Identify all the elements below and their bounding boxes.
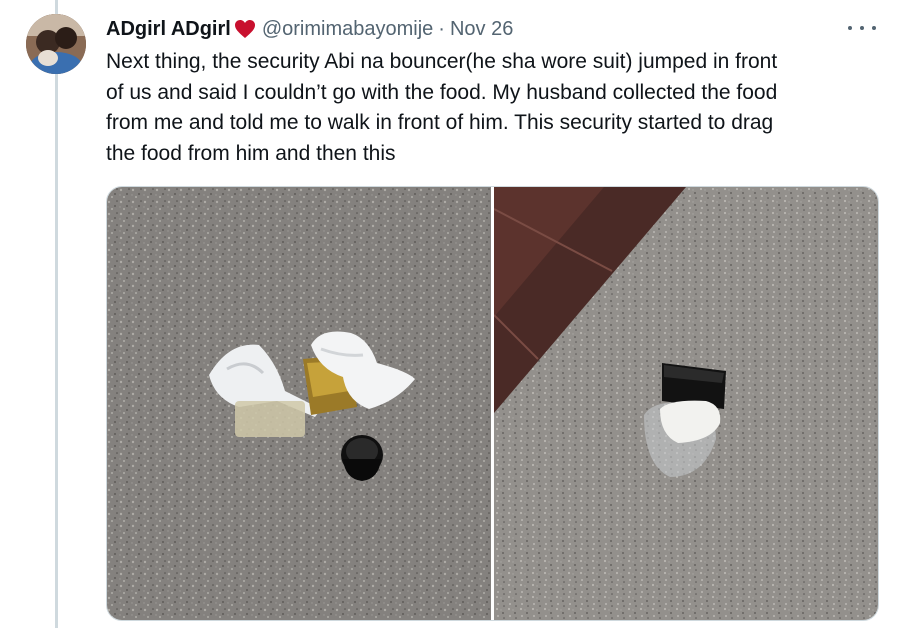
photo-containers-on-floor[interactable]	[494, 187, 878, 620]
tweet-text-line: Next thing, the security Abi na bouncer(…	[106, 50, 778, 73]
tweet-timestamp[interactable]: Nov 26	[450, 18, 513, 41]
separator-dot: ·	[438, 17, 445, 40]
avatar[interactable]	[26, 14, 86, 74]
thread-line	[55, 0, 58, 628]
tweet-text-line: of us and said I couldn’t go with the fo…	[106, 80, 778, 104]
heart-icon	[234, 19, 256, 39]
tweet-text: Next thing, the security Abi na bouncer(…	[106, 47, 876, 169]
photo-food-on-floor[interactable]	[107, 187, 491, 620]
tweet-text-line: the food from him and then this	[106, 141, 396, 165]
media-grid	[106, 186, 879, 621]
tweet-header: ADgirl ADgirl @orimimabayomije · Nov 26	[106, 14, 513, 44]
tweet-text-line: from me and told me to walk in front of …	[106, 111, 774, 134]
more-options-icon[interactable]	[848, 16, 876, 40]
display-name[interactable]: ADgirl ADgirl	[106, 18, 231, 41]
author-handle[interactable]: @orimimabayomije	[262, 18, 433, 41]
